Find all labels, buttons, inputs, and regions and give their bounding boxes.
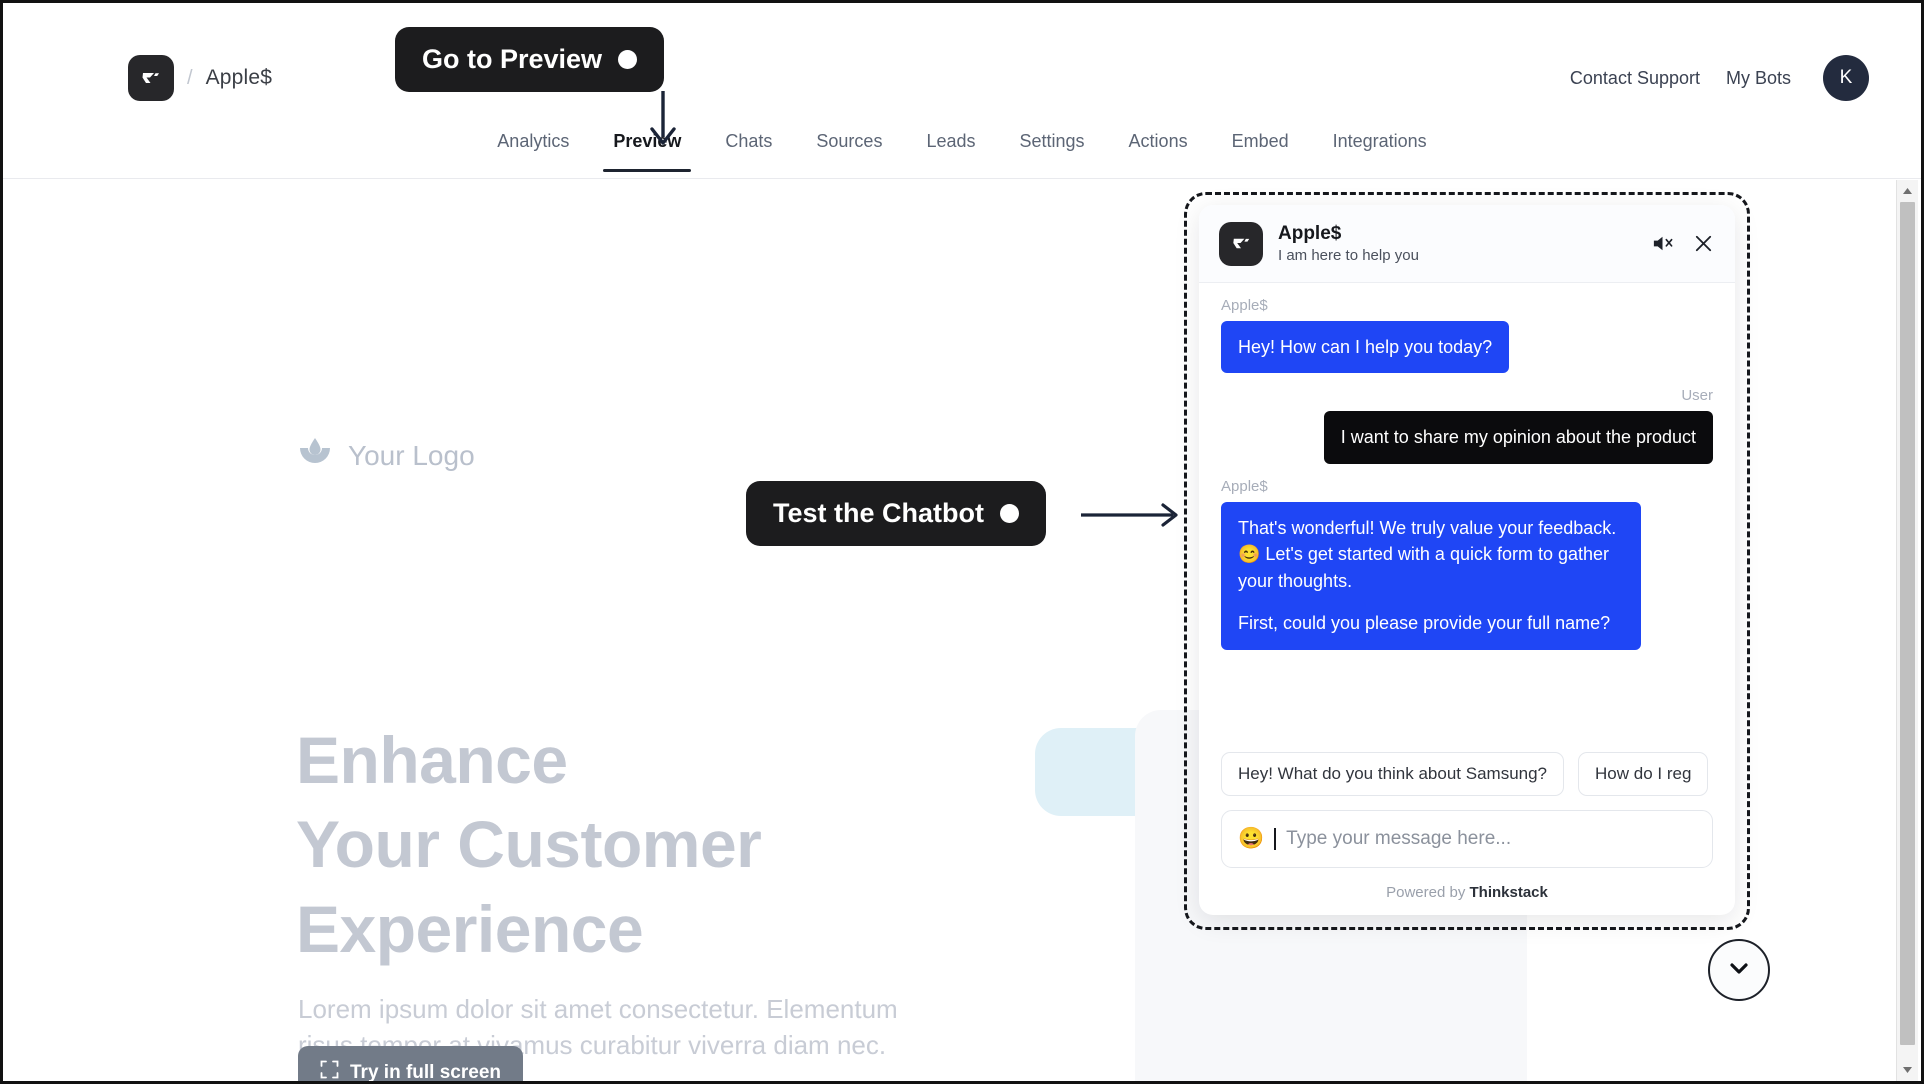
scroll-down-fab-button[interactable]: [1708, 939, 1770, 1001]
tab-embed[interactable]: Embed: [1210, 127, 1311, 172]
tab-sources[interactable]: Sources: [794, 127, 904, 172]
page-scrollbar[interactable]: [1896, 180, 1918, 1081]
callout-arrow-right: [1081, 503, 1178, 527]
chat-message-text: I want to share my opinion about the pro…: [1340, 427, 1696, 448]
suggested-reply-chip[interactable]: How do I reg: [1578, 752, 1709, 796]
app-window: / Apple$ Contact Support My Bots K Analy…: [0, 0, 1924, 1084]
breadcrumb-bot-name: Apple$: [205, 66, 273, 89]
lotus-logo-icon: [298, 438, 332, 473]
main-tabs: Analytics Preview Chats Sources Leads Se…: [3, 127, 1921, 172]
chat-widget-footer: Powered by Thinkstack: [1199, 874, 1735, 915]
powered-by-brand: Thinkstack: [1469, 884, 1548, 901]
suggested-reply-chip[interactable]: Hey! What do you think about Samsung?: [1221, 752, 1565, 796]
expand-icon: [320, 1060, 339, 1081]
chat-widget-subtitle: I am here to help you: [1278, 247, 1419, 264]
grinning-face-icon[interactable]: 😀: [1238, 827, 1264, 851]
chat-input-container: 😀 Type your message here...: [1199, 796, 1735, 874]
speaker-muted-icon[interactable]: [1651, 232, 1674, 255]
chat-message-sender: Apple$: [1221, 477, 1268, 495]
breadcrumb: / Apple$: [128, 55, 272, 101]
chat-widget-title: Apple$: [1278, 223, 1342, 244]
callout-test-the-chatbot: Test the Chatbot: [746, 481, 1046, 546]
my-bots-link[interactable]: My Bots: [1726, 68, 1791, 89]
chevron-down-icon: [1725, 954, 1753, 987]
scrollbar-thumb[interactable]: [1900, 202, 1915, 1045]
preview-site-logo-text: Your Logo: [348, 439, 475, 471]
chat-input[interactable]: 😀 Type your message here...: [1221, 810, 1713, 868]
tab-integrations[interactable]: Integrations: [1311, 127, 1449, 172]
chat-message-bubble: Hey! How can I help you today?: [1221, 321, 1510, 374]
hero-line-3: Experience: [296, 891, 644, 966]
chat-message: Apple$ Hey! How can I help you today?: [1221, 297, 1713, 374]
preview-site-logo: Your Logo: [298, 438, 475, 473]
caret-down-icon[interactable]: [1897, 1059, 1918, 1081]
chat-message-sender: User: [1681, 387, 1713, 405]
tab-analytics[interactable]: Analytics: [475, 127, 591, 172]
callout-test-the-chatbot-label: Test the Chatbot: [773, 498, 984, 528]
chat-input-placeholder: Type your message here...: [1286, 828, 1512, 849]
contact-support-link[interactable]: Contact Support: [1570, 68, 1700, 89]
tab-actions[interactable]: Actions: [1107, 127, 1210, 172]
try-in-full-screen-label: Try in full screen: [350, 1061, 501, 1082]
hero-line-2: Your Customer: [296, 807, 762, 882]
chat-message-sender: Apple$: [1221, 297, 1268, 314]
top-header: / Apple$ Contact Support My Bots K Analy…: [3, 3, 1921, 179]
close-icon[interactable]: [1692, 232, 1715, 255]
tab-settings[interactable]: Settings: [998, 127, 1107, 172]
chat-message: Apple$ That's wonderful! We truly value …: [1221, 478, 1713, 650]
header-actions: Contact Support My Bots K: [1570, 55, 1869, 101]
chat-message-bubble: That's wonderful! We truly value your fe…: [1221, 501, 1641, 650]
chat-message-bubble: I want to share my opinion about the pro…: [1323, 411, 1713, 464]
hero-line-1: Enhance: [296, 723, 568, 797]
chat-widget: Apple$ I am here to help you Apple$ Hey!…: [1199, 205, 1735, 915]
powered-by-label: Powered by: [1386, 884, 1470, 901]
chat-widget-header: Apple$ I am here to help you: [1199, 205, 1735, 283]
text-caret: [1274, 828, 1277, 850]
avatar[interactable]: K: [1823, 55, 1869, 101]
chat-message-text: Hey! How can I help you today?: [1238, 337, 1493, 357]
caret-up-icon[interactable]: [1897, 180, 1918, 202]
callout-go-to-preview: Go to Preview: [395, 27, 665, 92]
suggested-replies: Hey! What do you think about Samsung? Ho…: [1199, 744, 1735, 796]
chat-message-text: That's wonderful! We truly value your fe…: [1238, 517, 1617, 591]
callout-go-to-preview-label: Go to Preview: [422, 44, 603, 74]
tab-leads[interactable]: Leads: [904, 127, 997, 172]
breadcrumb-separator: /: [187, 66, 193, 89]
tab-chats[interactable]: Chats: [703, 127, 794, 172]
chat-message-list: Apple$ Hey! How can I help you today? Us…: [1199, 283, 1735, 744]
thinkstack-logo-icon: [1219, 221, 1263, 266]
try-in-full-screen-button[interactable]: Try in full screen: [298, 1046, 523, 1081]
thinkstack-logo-icon[interactable]: [128, 55, 174, 101]
callout-dot-icon: [618, 50, 638, 69]
page-title: Enhance Your Customer Experience: [296, 718, 762, 971]
chat-message: User I want to share my opinion about th…: [1221, 387, 1713, 464]
callout-dot-icon: [1000, 504, 1019, 523]
callout-arrow-down: [650, 91, 676, 145]
chat-message-text: First, could you please provide your ful…: [1238, 613, 1611, 634]
